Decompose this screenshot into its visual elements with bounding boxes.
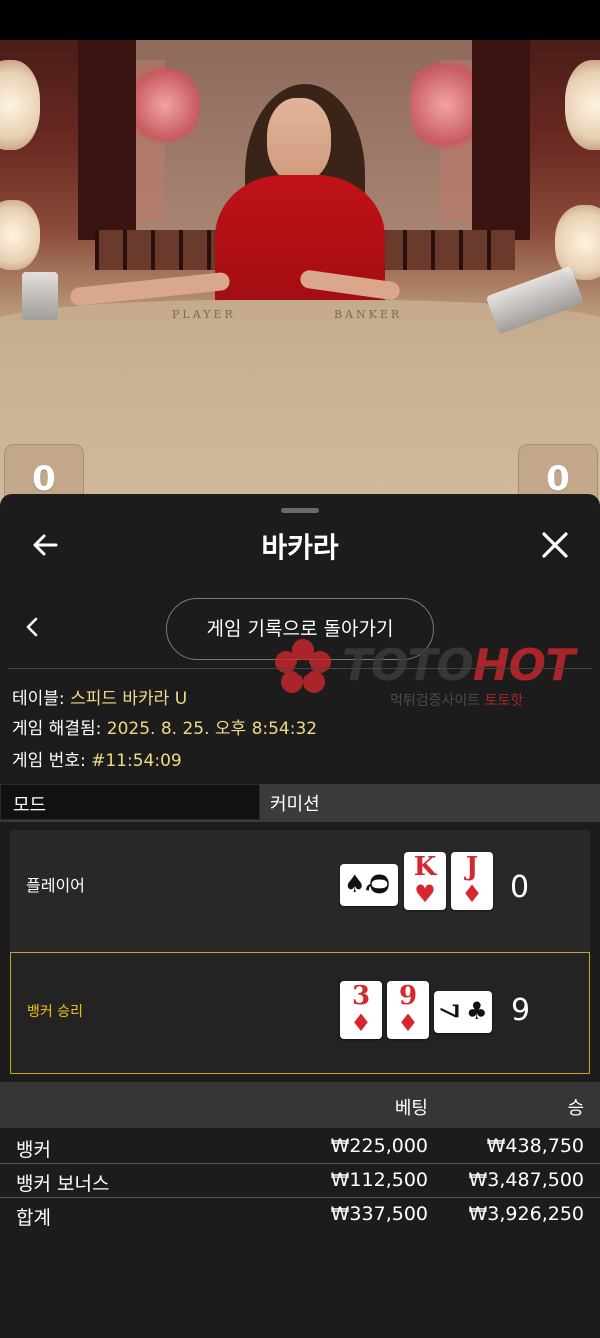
player-hand-label: 플레이어 — [26, 876, 85, 895]
bet-name: 뱅커 — [16, 1139, 51, 1161]
close-icon — [542, 532, 568, 558]
bet-amount: ₩112,500 — [330, 1169, 428, 1191]
game-detail-sheet: 바카라 게임 기록으로 돌아가기 TOTOHOT 먹튀검증사이트 토토핫 테이블… — [0, 494, 600, 1338]
card-nine-diamonds: 9 ♦ — [387, 981, 429, 1039]
previous-button[interactable] — [22, 616, 44, 638]
card-stack — [22, 272, 58, 320]
card-suit: ♣ — [466, 997, 488, 1025]
card-rank: 7 — [434, 1002, 464, 1020]
resolved-info: 게임 해결됨: 2025. 8. 25. 오후 8:54:32 — [12, 719, 318, 739]
win-amount: ₩438,750 — [486, 1135, 584, 1157]
table-label-banker: BANKER — [334, 308, 403, 321]
close-button[interactable] — [540, 530, 570, 560]
card-suit: ♦ — [461, 880, 483, 908]
bet-name: 뱅커 보너스 — [16, 1173, 110, 1195]
table-label-player: PLAYER — [172, 308, 236, 321]
total-bet: ₩337,500 — [330, 1203, 428, 1225]
card-rank: K — [413, 852, 437, 882]
live-video: PLAYER BANKER — [0, 40, 600, 510]
mode-value: 커미션 — [270, 794, 320, 815]
banker-hand-label: 뱅커 승리 — [27, 1004, 83, 1020]
card-queen-spades: ♠ Q — [340, 864, 398, 906]
table-row: 뱅커 ₩225,000 ₩438,750 — [0, 1130, 600, 1164]
lantern-left — [0, 60, 40, 150]
chevron-left-icon — [26, 617, 38, 637]
card-seven-clubs: 7 ♣ — [434, 991, 492, 1033]
card-king-hearts: K ♥ — [404, 852, 446, 910]
card-three-diamonds: 3 ♦ — [340, 981, 382, 1039]
back-to-history-button[interactable]: 게임 기록으로 돌아가기 — [166, 598, 434, 660]
game-number: #11:54:09 — [91, 751, 182, 771]
total-label: 합계 — [16, 1207, 51, 1229]
card-suit: ♦ — [397, 1009, 419, 1037]
bet-column-header: 베팅 — [394, 1098, 428, 1119]
table-row: 뱅커 보너스 ₩112,500 ₩3,487,500 — [0, 1164, 600, 1198]
baccarat-table — [0, 300, 600, 510]
table-info: 테이블: 스피드 바카라 U — [12, 689, 188, 709]
mode-label: 모드 — [13, 795, 47, 816]
card-rank: 9 — [398, 981, 418, 1011]
card-rank: Q — [364, 873, 394, 895]
page-title: 바카라 — [261, 531, 339, 564]
banker-hand: 뱅커 승리 3 ♦ 9 ♦ 7 ♣ 9 — [10, 952, 590, 1074]
divider — [8, 668, 592, 669]
card-suit: ♥ — [414, 880, 436, 908]
card-jack-diamonds: J ♦ — [451, 852, 493, 910]
card-rank: J — [465, 852, 479, 882]
drag-handle[interactable] — [281, 508, 319, 513]
card-suit: ♦ — [350, 1009, 372, 1037]
win-column-header: 승 — [567, 1098, 584, 1119]
lantern-left-lower — [0, 200, 40, 270]
total-row: 합계 ₩337,500 ₩3,926,250 — [0, 1198, 600, 1232]
resolved-time: 2025. 8. 25. 오후 8:54:32 — [106, 719, 318, 739]
banker-score: 0 — [546, 459, 570, 499]
player-hand-score: 0 — [510, 870, 530, 905]
player-hand: 플레이어 ♠ Q K ♥ J ♦ 0 — [10, 830, 590, 952]
lantern-right — [565, 60, 600, 150]
game-number-info: 게임 번호: #11:54:09 — [12, 751, 182, 771]
mode-row: 모드 커미션 — [0, 784, 600, 822]
card-rank: 3 — [351, 981, 371, 1011]
bet-amount: ₩225,000 — [330, 1135, 428, 1157]
bets-table-header: 베팅 승 — [0, 1082, 600, 1128]
table-name: 스피드 바카라 U — [70, 689, 188, 709]
watermark-subtitle: 먹튀검증사이트 토토핫 — [390, 693, 524, 709]
total-win: ₩3,926,250 — [468, 1203, 584, 1225]
status-bar — [0, 0, 600, 40]
player-score: 0 — [32, 459, 56, 499]
banker-hand-score: 9 — [511, 993, 531, 1028]
win-amount: ₩3,487,500 — [468, 1169, 584, 1191]
